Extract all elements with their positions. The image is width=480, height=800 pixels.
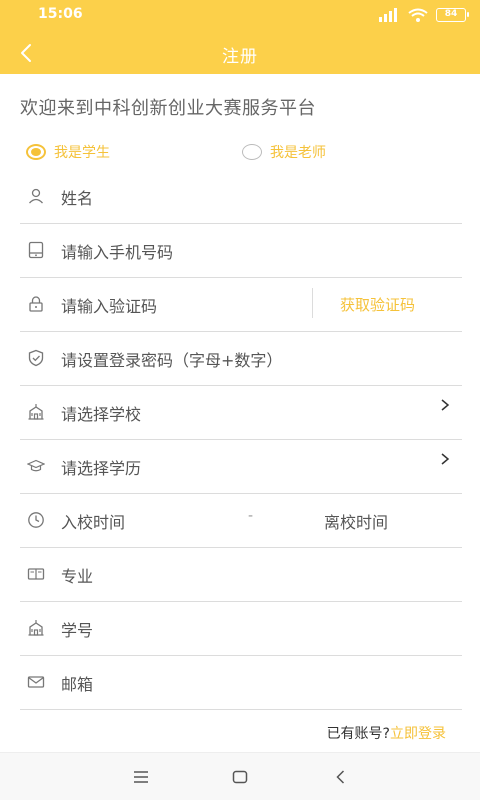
email-placeholder: 邮箱: [61, 675, 94, 694]
school-placeholder: 请选择学校: [61, 405, 142, 424]
education-placeholder: 请选择学历: [61, 459, 142, 478]
school-icon: [28, 404, 44, 420]
clock-icon: [28, 512, 44, 528]
education-select[interactable]: 请选择学历: [20, 440, 462, 494]
radio-selected-icon[interactable]: [26, 144, 46, 160]
name-field[interactable]: 姓名: [20, 170, 462, 224]
welcome-text: 欢迎来到中科创新创业大赛服务平台: [20, 98, 316, 119]
book-icon: [27, 568, 45, 580]
mail-icon: [27, 676, 45, 688]
student-number-field[interactable]: 学号: [20, 602, 462, 656]
radio-unselected-icon[interactable]: [242, 144, 262, 160]
role-student-option[interactable]: 我是学生: [26, 142, 110, 162]
login-link[interactable]: 立即登录: [390, 726, 446, 742]
chevron-right-icon: [441, 453, 450, 465]
wifi-icon: [408, 8, 428, 22]
title-bar: 注册: [0, 32, 480, 74]
lock-icon: [29, 296, 43, 312]
role-teacher-label: 我是老师: [270, 145, 326, 161]
code-placeholder: 请输入验证码: [61, 297, 158, 316]
phone-icon: [28, 241, 44, 259]
back-icon[interactable]: [331, 767, 351, 787]
leave-time-input[interactable]: 离校时间: [324, 509, 388, 533]
chevron-right-icon: [441, 399, 450, 411]
status-time: 15:06: [38, 6, 83, 22]
role-student-label: 我是学生: [54, 145, 110, 161]
name-placeholder: 姓名: [61, 189, 94, 208]
enroll-time-input[interactable]: 入校时间: [61, 509, 125, 533]
password-placeholder: 请设置登录密码（字母+数字）: [61, 351, 283, 370]
student-number-placeholder: 学号: [61, 621, 94, 640]
get-code-button[interactable]: 获取验证码: [340, 294, 415, 315]
system-nav-bar: [0, 752, 480, 800]
major-field[interactable]: 专业: [20, 548, 462, 602]
person-icon: [29, 188, 43, 204]
role-teacher-option[interactable]: 我是老师: [242, 142, 326, 162]
login-prompt-text: 已有账号?: [326, 726, 390, 742]
graduation-cap-icon: [27, 459, 45, 472]
major-placeholder: 专业: [61, 567, 94, 586]
school-select[interactable]: 请选择学校: [20, 386, 462, 440]
status-bar: 15:06 84: [0, 0, 480, 32]
menu-icon[interactable]: [131, 767, 151, 787]
time-separator: -: [248, 508, 254, 524]
battery-icon: 84: [436, 8, 469, 22]
code-field[interactable]: 请输入验证码 获取验证码: [20, 278, 462, 332]
home-icon[interactable]: [230, 767, 250, 787]
login-prompt: 已有账号?立即登录: [327, 723, 446, 743]
time-field[interactable]: 入校时间 - 离校时间: [20, 494, 462, 548]
shield-icon: [28, 349, 44, 367]
divider: [312, 288, 313, 318]
status-icons: 84: [378, 8, 469, 22]
signal-icon: [379, 8, 397, 22]
page-title: 注册: [222, 47, 258, 67]
email-field[interactable]: 邮箱: [20, 656, 462, 710]
phone-field[interactable]: 请输入手机号码: [20, 224, 462, 278]
school-icon: [28, 620, 44, 636]
phone-placeholder: 请输入手机号码: [61, 243, 174, 262]
password-field[interactable]: 请设置登录密码（字母+数字）: [20, 332, 462, 386]
